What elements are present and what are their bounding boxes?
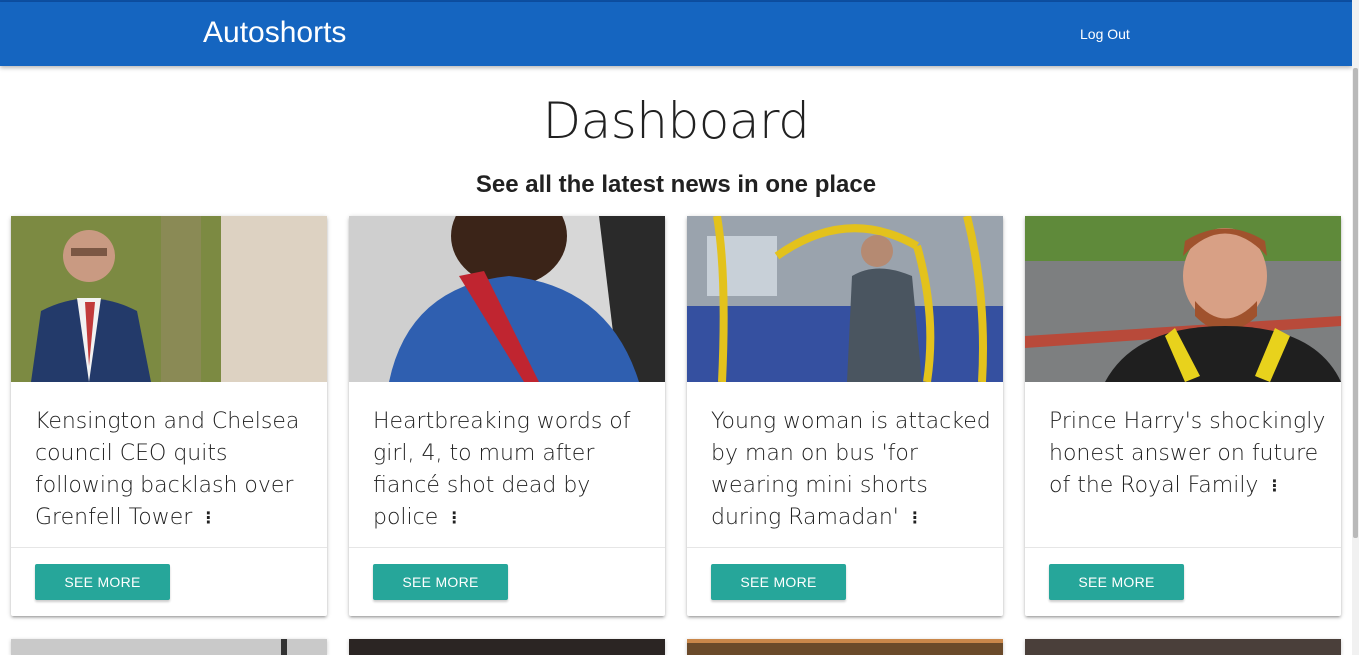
card-title-text: Prince Harry's shockingly honest answer … bbox=[1049, 409, 1326, 498]
page-title: Dashboard bbox=[542, 92, 810, 150]
brand-logo[interactable]: Autoshorts bbox=[203, 15, 346, 51]
card-title[interactable]: Prince Harry's shockingly honest answer … bbox=[1049, 406, 1329, 502]
top-navbar: Autoshorts Log Out bbox=[0, 2, 1352, 66]
card-title-text: Young woman is attacked by man on bus 'f… bbox=[711, 409, 991, 530]
more-vert-icon[interactable]: ⋮ bbox=[907, 510, 923, 526]
card-divider bbox=[349, 547, 665, 548]
card-title[interactable]: Heartbreaking words of girl, 4, to mum a… bbox=[373, 406, 653, 534]
card-image[interactable] bbox=[349, 216, 665, 382]
card-image[interactable] bbox=[11, 639, 327, 655]
more-vert-icon[interactable]: ⋮ bbox=[200, 510, 216, 526]
card-image[interactable] bbox=[687, 216, 1003, 382]
news-card: Heartbreaking words of girl, 4, to mum a… bbox=[349, 216, 665, 616]
news-card: Kensington and Chelsea council CEO quits… bbox=[11, 216, 327, 616]
card-image[interactable] bbox=[349, 639, 665, 655]
page-scrollbar[interactable] bbox=[1352, 0, 1359, 655]
news-card: Young woman is attacked by man on bus 'f… bbox=[687, 216, 1003, 616]
card-image[interactable] bbox=[11, 216, 327, 382]
card-title-text: Heartbreaking words of girl, 4, to mum a… bbox=[373, 409, 631, 530]
more-vert-icon[interactable]: ⋮ bbox=[446, 510, 462, 526]
see-more-button[interactable]: SEE MORE bbox=[373, 564, 508, 600]
card-title-text: Kensington and Chelsea council CEO quits… bbox=[35, 409, 300, 530]
news-card: Prince Harry's shockingly honest answer … bbox=[1025, 216, 1341, 616]
card-image[interactable] bbox=[1025, 216, 1341, 382]
scrollbar-thumb[interactable] bbox=[1353, 68, 1358, 538]
see-more-button[interactable]: SEE MORE bbox=[35, 564, 170, 600]
card-image[interactable] bbox=[687, 639, 1003, 655]
card-title[interactable]: Kensington and Chelsea council CEO quits… bbox=[35, 406, 315, 534]
card-divider bbox=[687, 547, 1003, 548]
logout-link[interactable]: Log Out bbox=[1080, 24, 1130, 44]
card-divider bbox=[11, 547, 327, 548]
see-more-button[interactable]: SEE MORE bbox=[1049, 564, 1184, 600]
card-divider bbox=[1025, 547, 1341, 548]
card-image[interactable] bbox=[1025, 639, 1341, 655]
page-subtitle: See all the latest news in one place bbox=[475, 171, 877, 198]
see-more-button[interactable]: SEE MORE bbox=[711, 564, 846, 600]
card-title[interactable]: Young woman is attacked by man on bus 'f… bbox=[711, 406, 991, 534]
more-vert-icon[interactable]: ⋮ bbox=[1266, 478, 1282, 494]
